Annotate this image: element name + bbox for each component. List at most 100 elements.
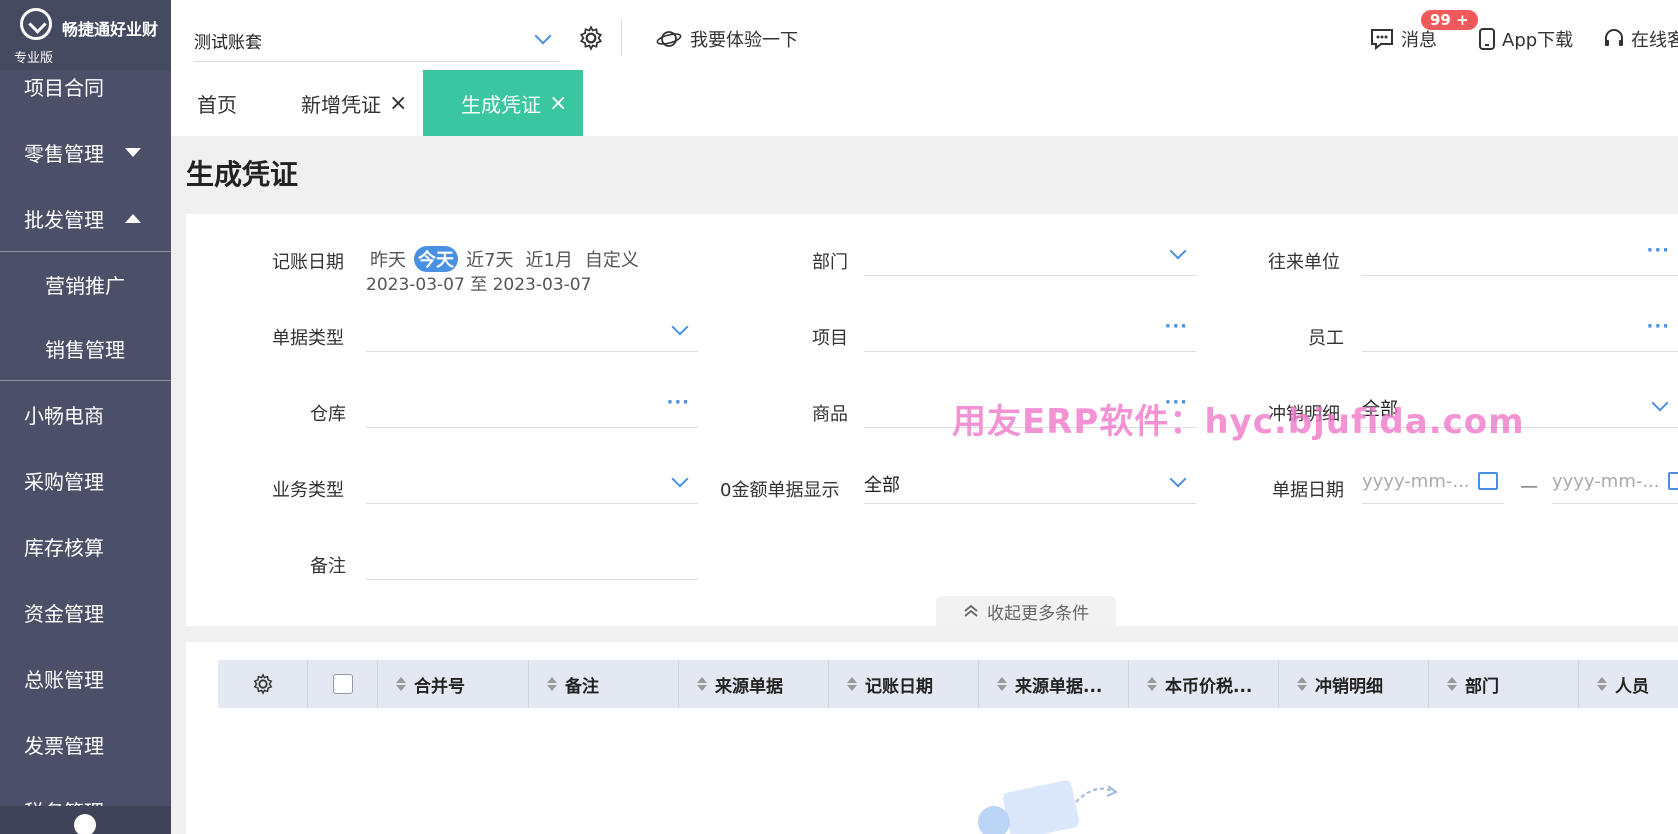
column-header[interactable]: 冲销明细: [1279, 660, 1429, 708]
sidebar-item-marketing[interactable]: 营销推广: [0, 252, 171, 316]
warehouse-label: 仓库: [310, 404, 346, 425]
sidebar-item-label: 项目合同: [24, 75, 104, 100]
sidebar-item-invoice[interactable]: 发票管理: [0, 711, 171, 777]
column-header[interactable]: 来源单据...: [979, 660, 1129, 708]
department-label: 部门: [812, 252, 848, 273]
watermark-text: 用友ERP软件：hyc.bjufida.com: [952, 402, 1525, 442]
column-header-label: 部门: [1465, 676, 1499, 697]
zero-amount-select[interactable]: 全部: [864, 460, 1196, 504]
sidebar: 畅捷通好业财 专业版 项目合同 零售管理 批发管理 营销推广 销售管理 小畅电商…: [0, 0, 171, 834]
sort-icon: [1597, 677, 1607, 691]
sidebar-item-label: 批发管理: [24, 207, 104, 232]
doc-type-select[interactable]: [366, 308, 698, 352]
date-chip-1month[interactable]: 近1月: [521, 246, 576, 272]
doc-type-label: 单据类型: [272, 328, 344, 349]
sidebar-item-retail[interactable]: 零售管理: [0, 119, 171, 185]
collapse-conditions-button[interactable]: 收起更多条件: [936, 596, 1116, 626]
more-dots-icon[interactable]: ···: [1164, 316, 1188, 337]
more-dots-icon[interactable]: ···: [666, 392, 690, 413]
date-chip-today[interactable]: 今天: [414, 246, 458, 272]
column-header[interactable]: 备注: [529, 660, 679, 708]
planet-icon: [656, 31, 682, 47]
double-chevron-up-icon: [964, 604, 978, 617]
brand-logo-icon: [20, 8, 52, 40]
close-icon[interactable]: ×: [549, 91, 567, 116]
column-header[interactable]: 部门: [1429, 660, 1579, 708]
department-select[interactable]: [864, 232, 1196, 276]
sort-icon: [547, 677, 557, 691]
tab-new-voucher[interactable]: 新增凭证 ×: [301, 70, 407, 136]
caret-down-icon: [125, 148, 141, 157]
select-all-cell: [308, 660, 378, 708]
sort-icon: [396, 677, 406, 691]
date-chip-7days[interactable]: 近7天: [462, 246, 517, 272]
warehouse-field[interactable]: ···: [366, 384, 698, 428]
column-header-label: 备注: [565, 676, 599, 697]
message-icon: [1371, 29, 1393, 51]
column-header[interactable]: 来源单据: [679, 660, 829, 708]
sidebar-item-label: 小畅电商: [24, 403, 104, 428]
gear-icon: [253, 673, 272, 695]
messages-badge: 99 +: [1421, 10, 1478, 30]
settings-icon[interactable]: [74, 814, 96, 834]
divider: [621, 18, 622, 56]
column-header[interactable]: 本币价税...: [1129, 660, 1279, 708]
caret-up-icon: [125, 214, 141, 223]
sidebar-item-project-contract[interactable]: 项目合同: [0, 53, 171, 119]
try-experience-link[interactable]: 我要体验一下: [656, 26, 798, 52]
sidebar-item-sales[interactable]: 销售管理: [0, 316, 171, 380]
close-icon[interactable]: ×: [389, 91, 407, 116]
sidebar-item-purchase[interactable]: 采购管理: [0, 447, 171, 513]
sidebar-item-label: 库存核算: [24, 535, 104, 560]
calendar-icon[interactable]: [1668, 472, 1678, 490]
sidebar-item-label: 资金管理: [24, 601, 104, 626]
doc-date-end[interactable]: yyyy-mm-...: [1552, 460, 1678, 504]
more-dots-icon[interactable]: ···: [1646, 240, 1670, 261]
sidebar-item-label: 采购管理: [24, 469, 104, 494]
partner-label: 往来单位: [1268, 252, 1340, 273]
sidebar-item-label: 发票管理: [24, 733, 104, 758]
project-field[interactable]: ···: [864, 308, 1196, 352]
online-service-link[interactable]: 在线客: [1603, 26, 1678, 52]
doc-date-start-placeholder: yyyy-mm-...: [1362, 471, 1470, 492]
chevron-down-icon: [1169, 242, 1187, 260]
remark-label: 备注: [310, 556, 346, 577]
select-all-checkbox[interactable]: [332, 674, 353, 694]
gear-icon[interactable]: [578, 25, 604, 51]
brand-name: 畅捷通好业财: [62, 20, 159, 39]
employee-label: 员工: [1308, 328, 1344, 349]
calendar-icon[interactable]: [1478, 472, 1498, 490]
column-header[interactable]: 人员: [1579, 660, 1678, 708]
sidebar-footer: [0, 806, 171, 834]
sidebar-item-inventory[interactable]: 库存核算: [0, 513, 171, 579]
column-header[interactable]: 合并号: [378, 660, 529, 708]
doc-date-label: 单据日期: [1272, 480, 1344, 501]
remark-input[interactable]: [366, 536, 698, 580]
app-download-link[interactable]: App下载: [1478, 26, 1573, 52]
column-settings[interactable]: [218, 660, 308, 708]
sort-icon: [997, 677, 1007, 691]
more-dots-icon[interactable]: ···: [1646, 316, 1670, 337]
sidebar-item-ecommerce[interactable]: 小畅电商: [0, 381, 171, 447]
sidebar-item-ledger[interactable]: 总账管理: [0, 645, 171, 711]
try-experience-label: 我要体验一下: [690, 30, 798, 51]
tab-home[interactable]: 首页: [197, 70, 237, 136]
messages-link[interactable]: 消息: [1369, 26, 1437, 52]
date-chip-yesterday[interactable]: 昨天: [366, 246, 410, 272]
sidebar-item-funds[interactable]: 资金管理: [0, 579, 171, 645]
table-header: 合并号 备注 来源单据 记账日期 来源单据... 本币价税... 冲销明细 部门…: [218, 660, 1678, 708]
biz-type-select[interactable]: [366, 460, 698, 504]
column-header-label: 人员: [1615, 676, 1649, 697]
sidebar-item-label: 总账管理: [24, 667, 104, 692]
column-header[interactable]: 记账日期: [829, 660, 979, 708]
sidebar-item-wholesale[interactable]: 批发管理: [0, 185, 171, 251]
sort-icon: [1447, 677, 1457, 691]
doc-date-start[interactable]: yyyy-mm-...: [1362, 460, 1504, 504]
employee-field[interactable]: ···: [1362, 308, 1678, 352]
partner-field[interactable]: ···: [1362, 232, 1678, 276]
tab-generate-voucher[interactable]: 生成凭证 ×: [423, 70, 584, 136]
date-chip-custom[interactable]: 自定义: [581, 246, 643, 272]
tab-label: 首页: [197, 92, 237, 117]
account-select[interactable]: 测试账套: [194, 20, 559, 62]
headset-icon: [1605, 29, 1623, 46]
